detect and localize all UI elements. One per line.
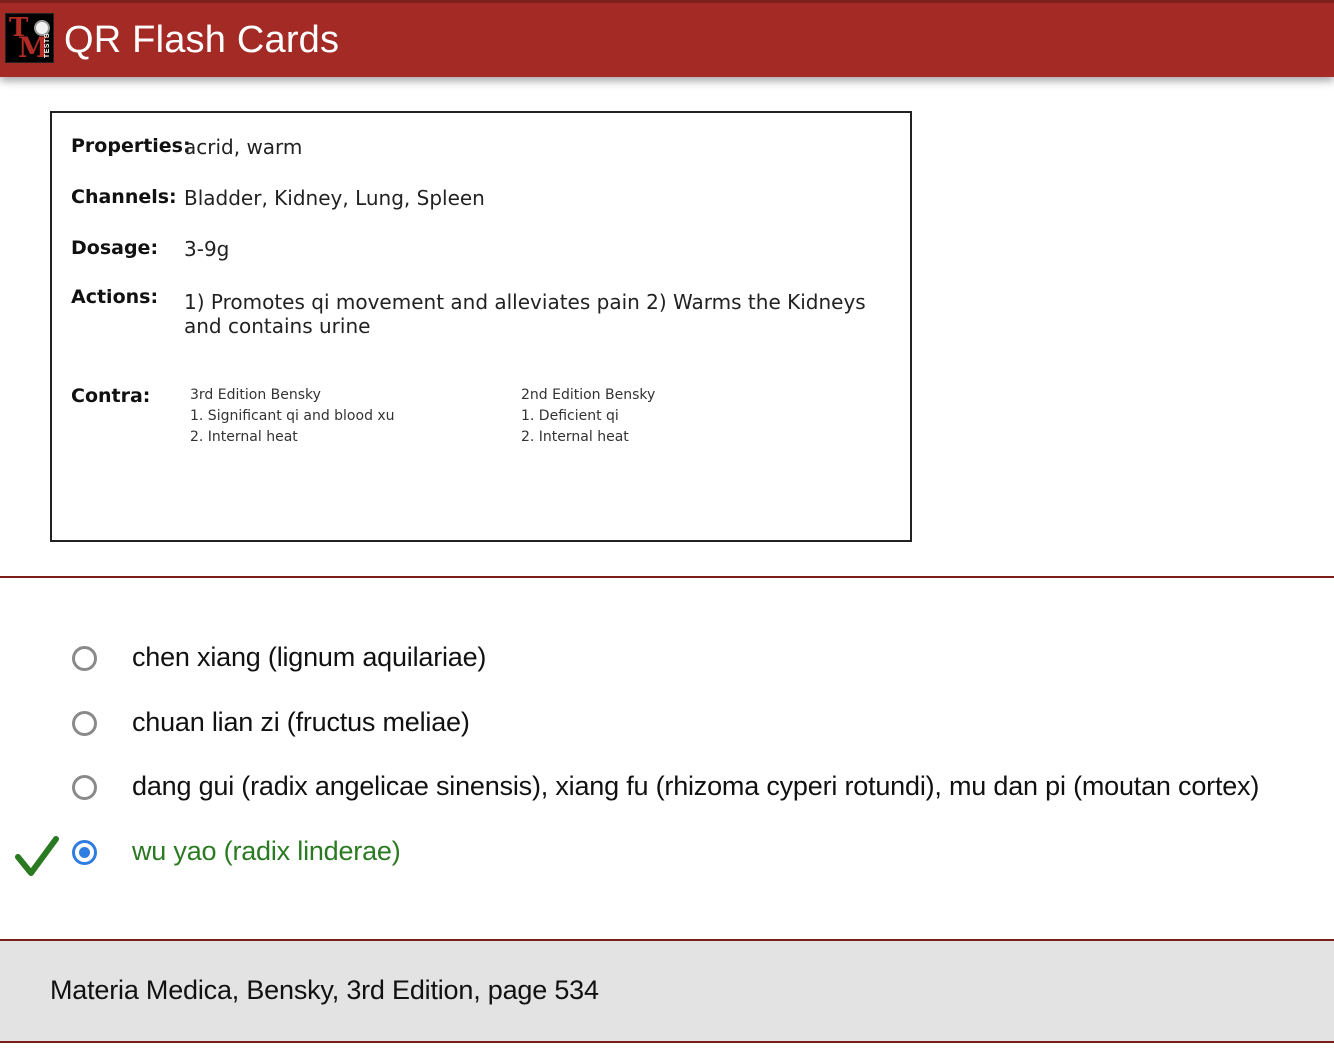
answer-option-label[interactable]: dang gui (radix angelicae sinensis), xia… — [132, 771, 1259, 802]
channels-label: Channels: — [71, 186, 177, 208]
answer-option-label[interactable]: chuan lian zi (fructus meliae) — [132, 707, 470, 738]
properties-value: acrid, warm — [184, 135, 303, 159]
source-footer: Materia Medica, Bensky, 3rd Edition, pag… — [0, 939, 1334, 1043]
app-header: T M TESTS QR Flash Cards — [0, 0, 1334, 77]
contra-item: 2. Internal heat — [521, 429, 629, 445]
contra-heading: 3rd Edition Bensky — [190, 387, 321, 403]
dosage-value: 3-9g — [184, 237, 230, 261]
answer-option-correct[interactable]: wu yao (radix linderae) — [0, 827, 1334, 877]
dosage-label: Dosage: — [71, 237, 159, 259]
radio-icon[interactable] — [72, 775, 97, 800]
answer-option[interactable]: chen xiang (lignum aquilariae) — [0, 633, 1334, 683]
answer-option[interactable]: chuan lian zi (fructus meliae) — [0, 698, 1334, 748]
answer-option-label[interactable]: chen xiang (lignum aquilariae) — [132, 642, 486, 673]
contra-heading: 2nd Edition Bensky — [521, 387, 656, 403]
radio-icon[interactable] — [72, 646, 97, 671]
contra-item: 1. Significant qi and blood xu — [190, 408, 395, 424]
check-icon — [15, 836, 59, 876]
contra-label: Contra: — [71, 385, 151, 407]
radio-icon[interactable] — [72, 840, 97, 865]
contra-column-3rd-edition: 3rd Edition Bensky 1. Significant qi and… — [190, 385, 395, 448]
answer-option[interactable]: dang gui (radix angelicae sinensis), xia… — [0, 762, 1334, 812]
source-reference: Materia Medica, Bensky, 3rd Edition, pag… — [50, 975, 599, 1005]
contra-item: 2. Internal heat — [190, 429, 298, 445]
logo-side-text: TESTS — [44, 32, 51, 58]
divider — [0, 576, 1334, 578]
radio-icon[interactable] — [72, 711, 97, 736]
flash-card: Properties: acrid, warm Channels: Bladde… — [50, 111, 912, 542]
contra-column-2nd-edition: 2nd Edition Bensky 1. Deficient qi 2. In… — [521, 385, 655, 448]
channels-value: Bladder, Kidney, Lung, Spleen — [184, 186, 485, 210]
app-logo[interactable]: T M TESTS — [5, 13, 54, 63]
actions-value: 1) Promotes qi movement and alleviates p… — [184, 290, 866, 338]
actions-label: Actions: — [71, 286, 159, 308]
answer-option-label[interactable]: wu yao (radix linderae) — [132, 836, 401, 867]
properties-label: Properties: — [71, 135, 191, 157]
app-title: QR Flash Cards — [64, 19, 340, 61]
contra-item: 1. Deficient qi — [521, 408, 619, 424]
